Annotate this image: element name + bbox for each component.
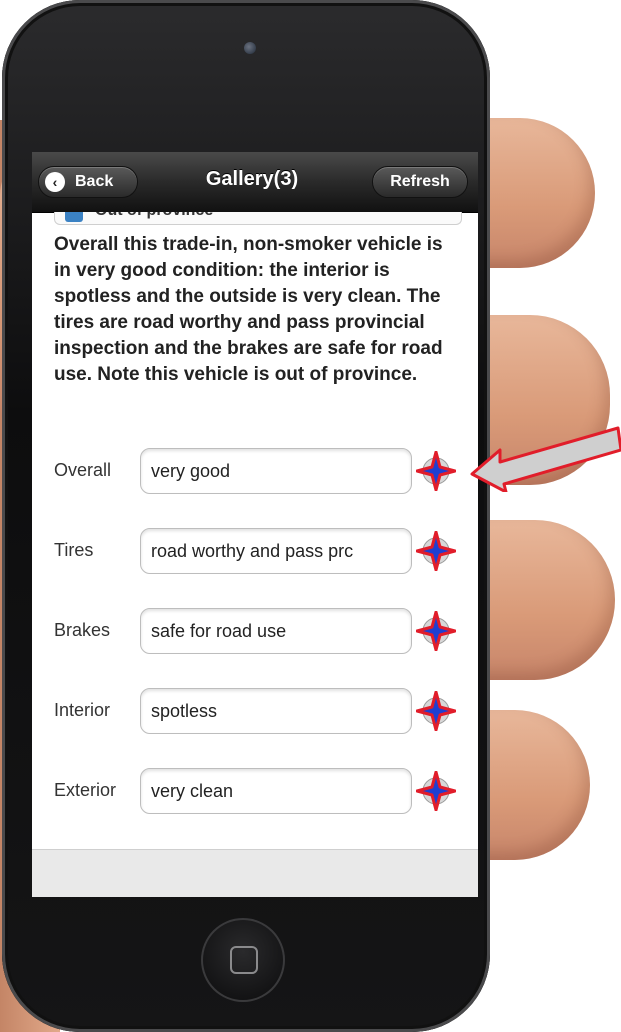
chevron-left-icon: ‹ — [45, 172, 65, 192]
refresh-button[interactable]: Refresh — [372, 166, 468, 198]
field-row-brakes: Brakes safe for road use — [54, 608, 464, 656]
field-label-exterior: Exterior — [54, 780, 117, 800]
tires-input[interactable]: road worthy and pass prc — [140, 528, 412, 574]
page-title: Gallery(3) — [205, 168, 299, 190]
list-item-partial[interactable]: Out of province — [54, 212, 462, 225]
header-bar: ‹ Back Gallery(3) Refresh — [32, 152, 478, 213]
field-label-overall: Overall — [54, 460, 112, 480]
field-row-tires: Tires road worthy and pass prc — [54, 528, 464, 576]
back-label: Back — [75, 173, 114, 190]
star-sparkle-icon[interactable] — [416, 611, 456, 651]
interior-input[interactable]: spotless — [140, 688, 412, 734]
field-row-overall: Overall very good — [54, 448, 464, 496]
field-label-brakes: Brakes — [54, 620, 111, 640]
back-button[interactable]: ‹ Back — [38, 166, 138, 198]
field-label-tires: Tires — [54, 540, 94, 560]
star-sparkle-icon[interactable] — [416, 771, 456, 811]
footer-bar — [32, 849, 478, 897]
list-item-label: Out of province — [95, 212, 213, 220]
overall-input[interactable]: very good — [140, 448, 412, 494]
field-row-interior: Interior spotless — [54, 688, 464, 736]
screen: ‹ Back Gallery(3) Refresh Out of provinc… — [32, 152, 478, 897]
home-button[interactable] — [201, 918, 285, 1002]
arrow-left-icon — [470, 426, 621, 492]
field-label-interior: Interior — [54, 700, 111, 720]
star-sparkle-icon[interactable] — [416, 451, 456, 491]
star-sparkle-icon[interactable] — [416, 691, 456, 731]
exterior-input[interactable]: very clean — [140, 768, 412, 814]
phone-frame: ‹ Back Gallery(3) Refresh Out of provinc… — [2, 0, 490, 1032]
star-sparkle-icon[interactable] — [416, 531, 456, 571]
camera-icon — [244, 42, 256, 54]
description-text: Overall this trade-in, non-smoker vehicl… — [54, 234, 443, 385]
home-square-icon — [230, 946, 258, 974]
checkbox-icon — [65, 212, 83, 222]
brakes-input[interactable]: safe for road use — [140, 608, 412, 654]
field-row-exterior: Exterior very clean — [54, 768, 464, 816]
